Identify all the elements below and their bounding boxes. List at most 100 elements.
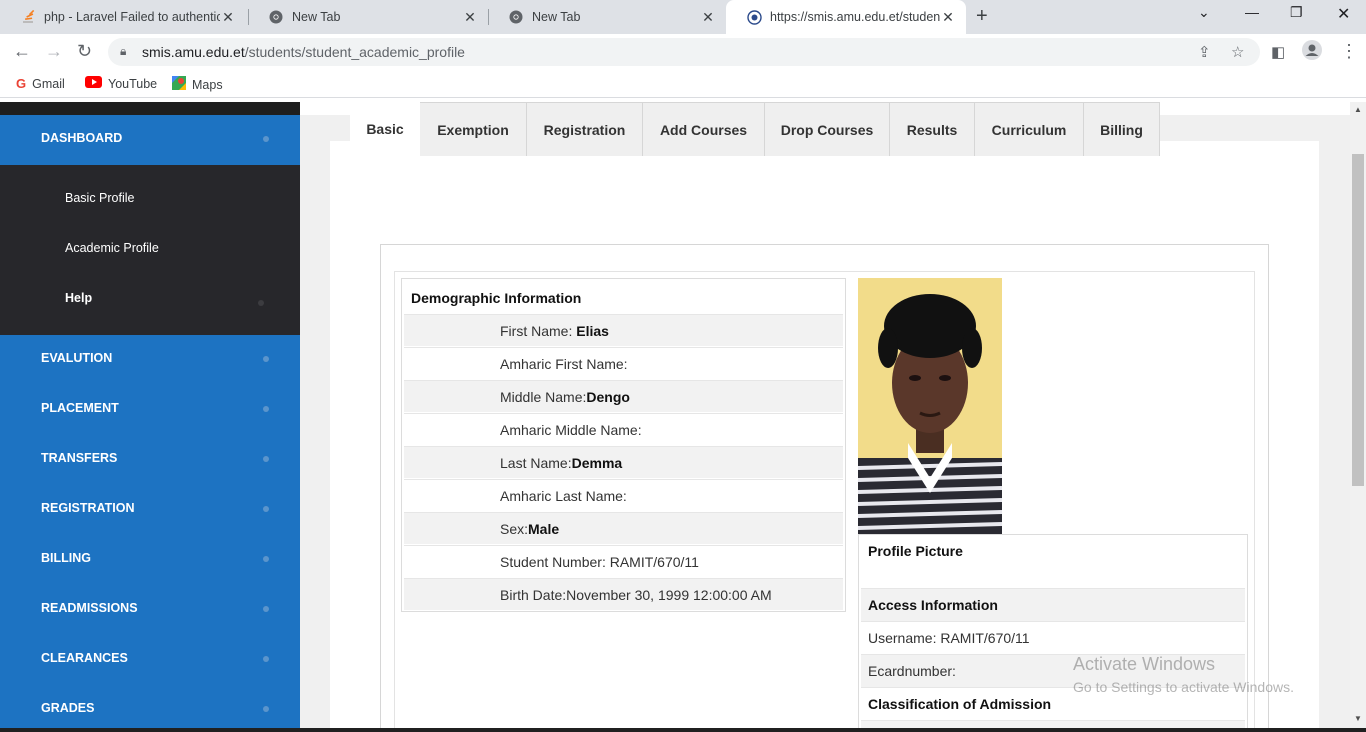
forward-icon[interactable]: → bbox=[45, 41, 63, 62]
sidebar-item-label: EVALUTION bbox=[41, 351, 113, 365]
stackoverflow-icon bbox=[20, 9, 36, 25]
browser-tab-3[interactable]: New Tab ✕ bbox=[488, 0, 726, 34]
sidebar-subitem-academic-profile[interactable]: Academic Profile bbox=[65, 241, 159, 255]
web-page: DASHBOARD Basic Profile Academic Profile… bbox=[0, 102, 1366, 732]
minimize-icon[interactable]: — bbox=[1245, 4, 1259, 20]
browser-tab-1[interactable]: php - Laravel Failed to authenticat ✕ bbox=[0, 0, 246, 34]
sidebar-item-placement[interactable]: PLACEMENT bbox=[0, 385, 300, 435]
tab-billing[interactable]: Billing bbox=[1084, 102, 1160, 156]
sidebar-item-label: BILLING bbox=[41, 551, 91, 565]
tab-search-icon[interactable]: ⌄ bbox=[1198, 4, 1210, 21]
classification-heading: Classification of Admission bbox=[868, 696, 1052, 712]
ecardnumber-field: Ecardnumber: bbox=[868, 663, 956, 679]
bookmark-label: Gmail bbox=[32, 76, 65, 91]
expand-dot-icon bbox=[263, 506, 269, 512]
sidebar-subitem-basic-profile[interactable]: Basic Profile bbox=[65, 191, 134, 205]
table-row: Access Information bbox=[861, 588, 1245, 621]
sidebar-item-label: PLACEMENT bbox=[41, 401, 119, 415]
table-row: Student Number: RAMIT/670/11 bbox=[404, 545, 843, 577]
sidebar-item-label: TRANSFERS bbox=[41, 451, 118, 465]
username-field: Username: RAMIT/670/11 bbox=[868, 630, 1030, 646]
profile-picture-label: Profile Picture bbox=[868, 543, 963, 559]
close-tab-icon[interactable]: ✕ bbox=[940, 9, 956, 26]
bookmarks-bar: G Gmail YouTube Maps bbox=[0, 70, 1366, 98]
watermark-line-1: Activate Windows bbox=[1073, 654, 1216, 674]
tab-results[interactable]: Results bbox=[890, 102, 975, 156]
new-tab-icon[interactable]: + bbox=[976, 5, 988, 28]
student-number-field: Student Number: RAMIT/670/11 bbox=[500, 554, 699, 570]
sidebar-item-label: REGISTRATION bbox=[41, 501, 135, 515]
bookmark-gmail[interactable]: G Gmail bbox=[16, 76, 65, 91]
demographic-heading: Demographic Information bbox=[411, 290, 582, 306]
expand-dot-icon bbox=[263, 656, 269, 662]
sidebar-item-evalution[interactable]: EVALUTION bbox=[0, 335, 300, 385]
sidebar-item-label: GRADES bbox=[41, 701, 95, 715]
table-row: Amharic Middle Name: bbox=[404, 413, 843, 445]
browser-tab-active[interactable]: https://smis.amu.edu.et/students ✕ bbox=[726, 0, 966, 34]
browser-tab-title: php - Laravel Failed to authenticat bbox=[44, 10, 220, 24]
page-scrollbar[interactable]: ▲ ▼ bbox=[1350, 102, 1366, 732]
bookmark-star-icon[interactable]: ☆ bbox=[1231, 43, 1244, 61]
side-panel-icon[interactable]: ◧ bbox=[1271, 43, 1285, 61]
activate-windows-watermark: Activate Windows Go to Settings to activ… bbox=[1073, 654, 1294, 695]
table-row: Birth Date:November 30, 1999 12:00:00 AM bbox=[404, 578, 843, 610]
amharic-middle-name-field: Amharic Middle Name: bbox=[500, 422, 642, 438]
scroll-up-icon[interactable]: ▲ bbox=[1354, 105, 1362, 114]
share-icon[interactable]: ⇪ bbox=[1198, 43, 1211, 61]
amharic-first-name-field: Amharic First Name: bbox=[500, 356, 628, 372]
sidebar-item-dashboard[interactable]: DASHBOARD bbox=[0, 115, 300, 165]
expand-dot-icon bbox=[263, 406, 269, 412]
tab-registration[interactable]: Registration bbox=[527, 102, 643, 156]
close-tab-icon[interactable]: ✕ bbox=[700, 9, 716, 26]
watermark-line-2: Go to Settings to activate Windows. bbox=[1073, 679, 1294, 695]
table-row: Username: RAMIT/670/11 bbox=[861, 621, 1245, 654]
expand-dot-icon bbox=[263, 456, 269, 462]
expand-dot-icon bbox=[263, 136, 269, 142]
close-tab-icon[interactable]: ✕ bbox=[462, 9, 478, 26]
expand-dot-icon bbox=[263, 706, 269, 712]
reload-icon[interactable]: ↻ bbox=[77, 41, 92, 62]
sidebar-top-bar bbox=[0, 102, 300, 115]
scroll-down-icon[interactable]: ▼ bbox=[1354, 714, 1362, 723]
table-row: Last Name:Demma bbox=[404, 446, 843, 478]
lock-icon[interactable]: 🔒︎ bbox=[120, 44, 126, 59]
last-name-field: Last Name:Demma bbox=[500, 455, 623, 471]
browser-tab-2[interactable]: New Tab ✕ bbox=[248, 0, 488, 34]
tab-basic[interactable]: Basic bbox=[350, 102, 420, 156]
google-icon: G bbox=[16, 76, 27, 91]
address-bar[interactable]: 🔒︎ smis.amu.edu.et/students/student_acad… bbox=[108, 38, 1260, 66]
access-info-heading: Access Information bbox=[868, 597, 998, 613]
profile-avatar-icon[interactable] bbox=[1302, 40, 1322, 65]
sidebar-item-transfers[interactable]: TRANSFERS bbox=[0, 435, 300, 485]
tab-drop-courses[interactable]: Drop Courses bbox=[765, 102, 890, 156]
browser-toolbar: ← → ↻ 🔒︎ smis.amu.edu.et/students/studen… bbox=[0, 34, 1366, 70]
sidebar-subitem-help[interactable]: Help bbox=[65, 291, 92, 305]
menu-dots-icon[interactable]: ⋮ bbox=[1340, 41, 1358, 62]
access-info-table: Profile Picture Access Information Usern… bbox=[858, 534, 1248, 732]
sidebar-item-grades[interactable]: GRADES bbox=[0, 685, 300, 732]
sidebar-item-registration[interactable]: REGISTRATION bbox=[0, 485, 300, 535]
browser-tab-title: https://smis.amu.edu.et/students bbox=[770, 10, 940, 24]
os-taskbar bbox=[0, 728, 1366, 732]
middle-name-field: Middle Name:Dengo bbox=[500, 389, 630, 405]
birth-date-field: Birth Date:November 30, 1999 12:00:00 AM bbox=[500, 587, 772, 603]
bookmark-label: YouTube bbox=[108, 76, 158, 91]
table-row: Middle Name:Dengo bbox=[404, 380, 843, 412]
bookmark-maps[interactable]: Maps bbox=[172, 76, 223, 93]
maps-icon bbox=[172, 76, 186, 93]
bookmark-youtube[interactable]: YouTube bbox=[85, 76, 157, 91]
sidebar-item-clearances[interactable]: CLEARANCES bbox=[0, 635, 300, 685]
tab-exemption[interactable]: Exemption bbox=[420, 102, 527, 156]
restore-icon[interactable]: ❐ bbox=[1290, 4, 1303, 21]
close-tab-icon[interactable]: ✕ bbox=[220, 9, 236, 26]
sidebar-item-readmissions[interactable]: READMISSIONS bbox=[0, 585, 300, 635]
table-row: Sex:Male bbox=[404, 512, 843, 544]
back-icon[interactable]: ← bbox=[13, 41, 31, 62]
tab-add-courses[interactable]: Add Courses bbox=[643, 102, 765, 156]
table-row: Amharic First Name: bbox=[404, 347, 843, 379]
sidebar-item-billing[interactable]: BILLING bbox=[0, 535, 300, 585]
first-name-field: First Name: Elias bbox=[500, 323, 609, 339]
tab-curriculum[interactable]: Curriculum bbox=[975, 102, 1084, 156]
scrollbar-thumb[interactable] bbox=[1352, 154, 1364, 486]
close-window-icon[interactable]: ✕ bbox=[1337, 4, 1350, 24]
